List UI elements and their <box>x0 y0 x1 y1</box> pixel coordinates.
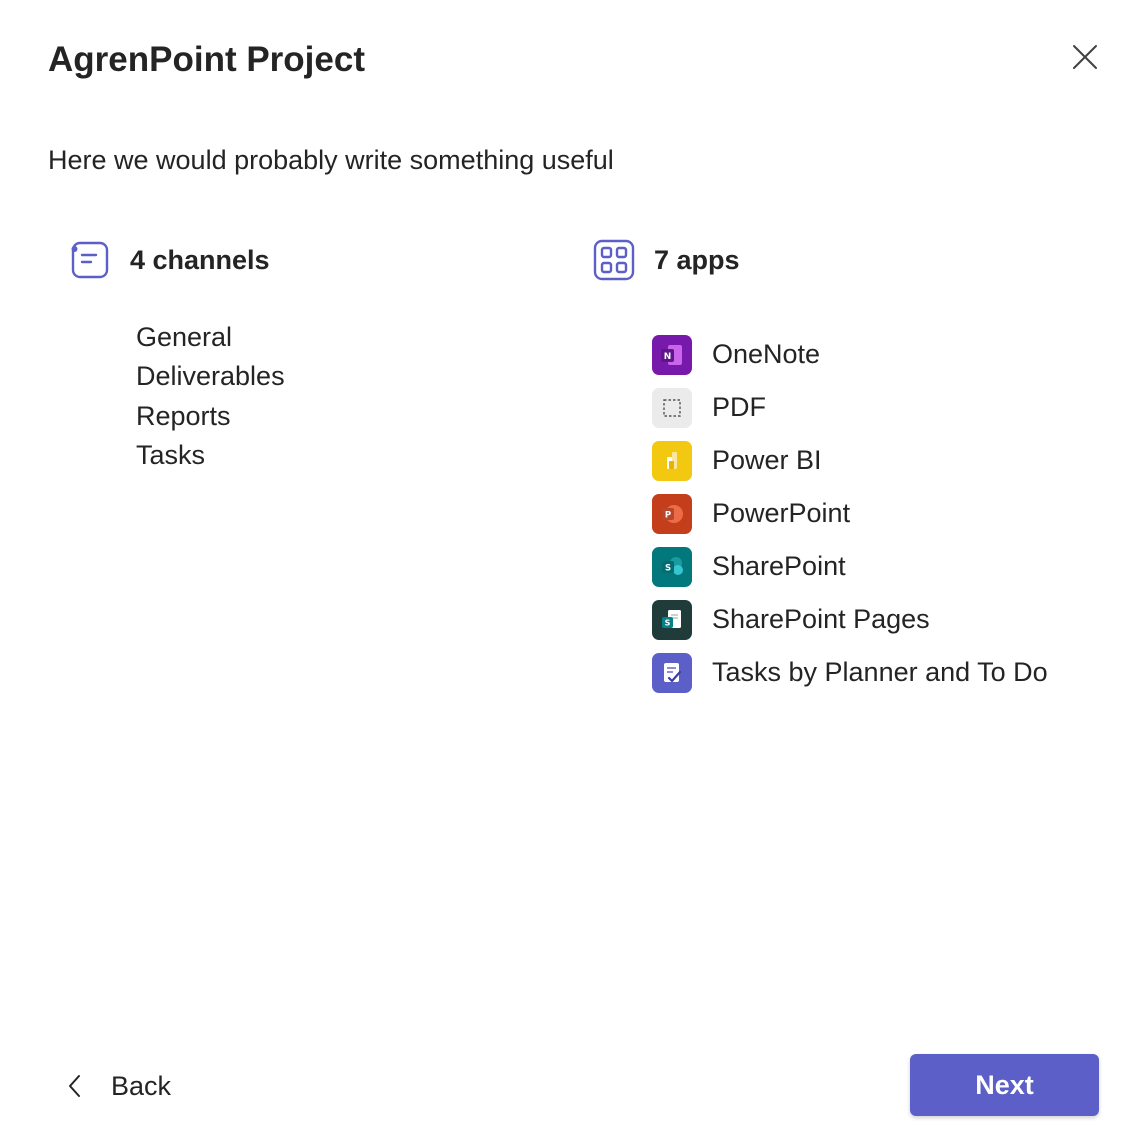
apps-section-header: 7 apps <box>592 236 740 284</box>
dialog-description: Here we would probably write something u… <box>48 145 614 175</box>
app-item-pdf: PDF <box>652 381 1048 434</box>
next-button[interactable]: Next <box>910 1054 1099 1116</box>
app-item-sharepoint-pages: S SharePoint Pages <box>652 593 1048 646</box>
channel-item-reports: Reports <box>136 400 231 431</box>
back-label: Back <box>111 1070 172 1101</box>
app-label: PowerPoint <box>712 498 851 528</box>
app-label: Tasks by Planner and To Do <box>712 657 1048 687</box>
app-item-sharepoint: S SharePoint <box>652 540 1048 593</box>
dialog-title: AgrenPoint Project <box>48 40 365 79</box>
close-button[interactable] <box>1064 36 1106 78</box>
pdf-icon <box>652 387 692 428</box>
sharepoint-pages-icon: S <box>652 599 692 640</box>
app-item-power-bi: Power BI <box>652 434 1048 487</box>
planner-icon <box>652 652 692 693</box>
app-label: SharePoint <box>712 551 846 581</box>
channels-heading: 4 channels <box>130 244 270 275</box>
app-item-onenote: N OneNote <box>652 328 1048 381</box>
powerpoint-icon: P <box>652 493 692 534</box>
onenote-icon: N <box>652 334 692 375</box>
chevron-left-icon <box>60 1071 90 1101</box>
channels-section-header: 4 channels <box>68 236 270 284</box>
channel-item-deliverables: Deliverables <box>136 361 285 392</box>
back-button[interactable]: Back <box>60 1062 171 1110</box>
app-list: N OneNote PDF Power BI P PowerPoint S Sh… <box>652 328 1048 699</box>
svg-text:S: S <box>665 563 671 573</box>
close-icon <box>1073 45 1097 69</box>
channel-list-icon <box>68 238 112 282</box>
app-label: OneNote <box>712 339 821 369</box>
svg-text:S: S <box>665 618 671 627</box>
channel-list: General Deliverables Reports Tasks <box>136 318 285 475</box>
app-item-powerpoint: P PowerPoint <box>652 487 1048 540</box>
app-label: PDF <box>712 392 766 422</box>
app-label: Power BI <box>712 445 822 475</box>
app-item-planner: Tasks by Planner and To Do <box>652 646 1048 699</box>
channel-item-tasks: Tasks <box>136 439 206 470</box>
app-label: SharePoint Pages <box>712 604 930 634</box>
channel-item-general: General <box>136 322 233 352</box>
apps-heading: 7 apps <box>654 244 740 275</box>
apps-grid-icon <box>592 238 636 282</box>
power-bi-icon <box>652 440 692 481</box>
sharepoint-icon: S <box>652 546 692 587</box>
svg-text:P: P <box>665 510 671 520</box>
svg-text:N: N <box>664 352 672 362</box>
